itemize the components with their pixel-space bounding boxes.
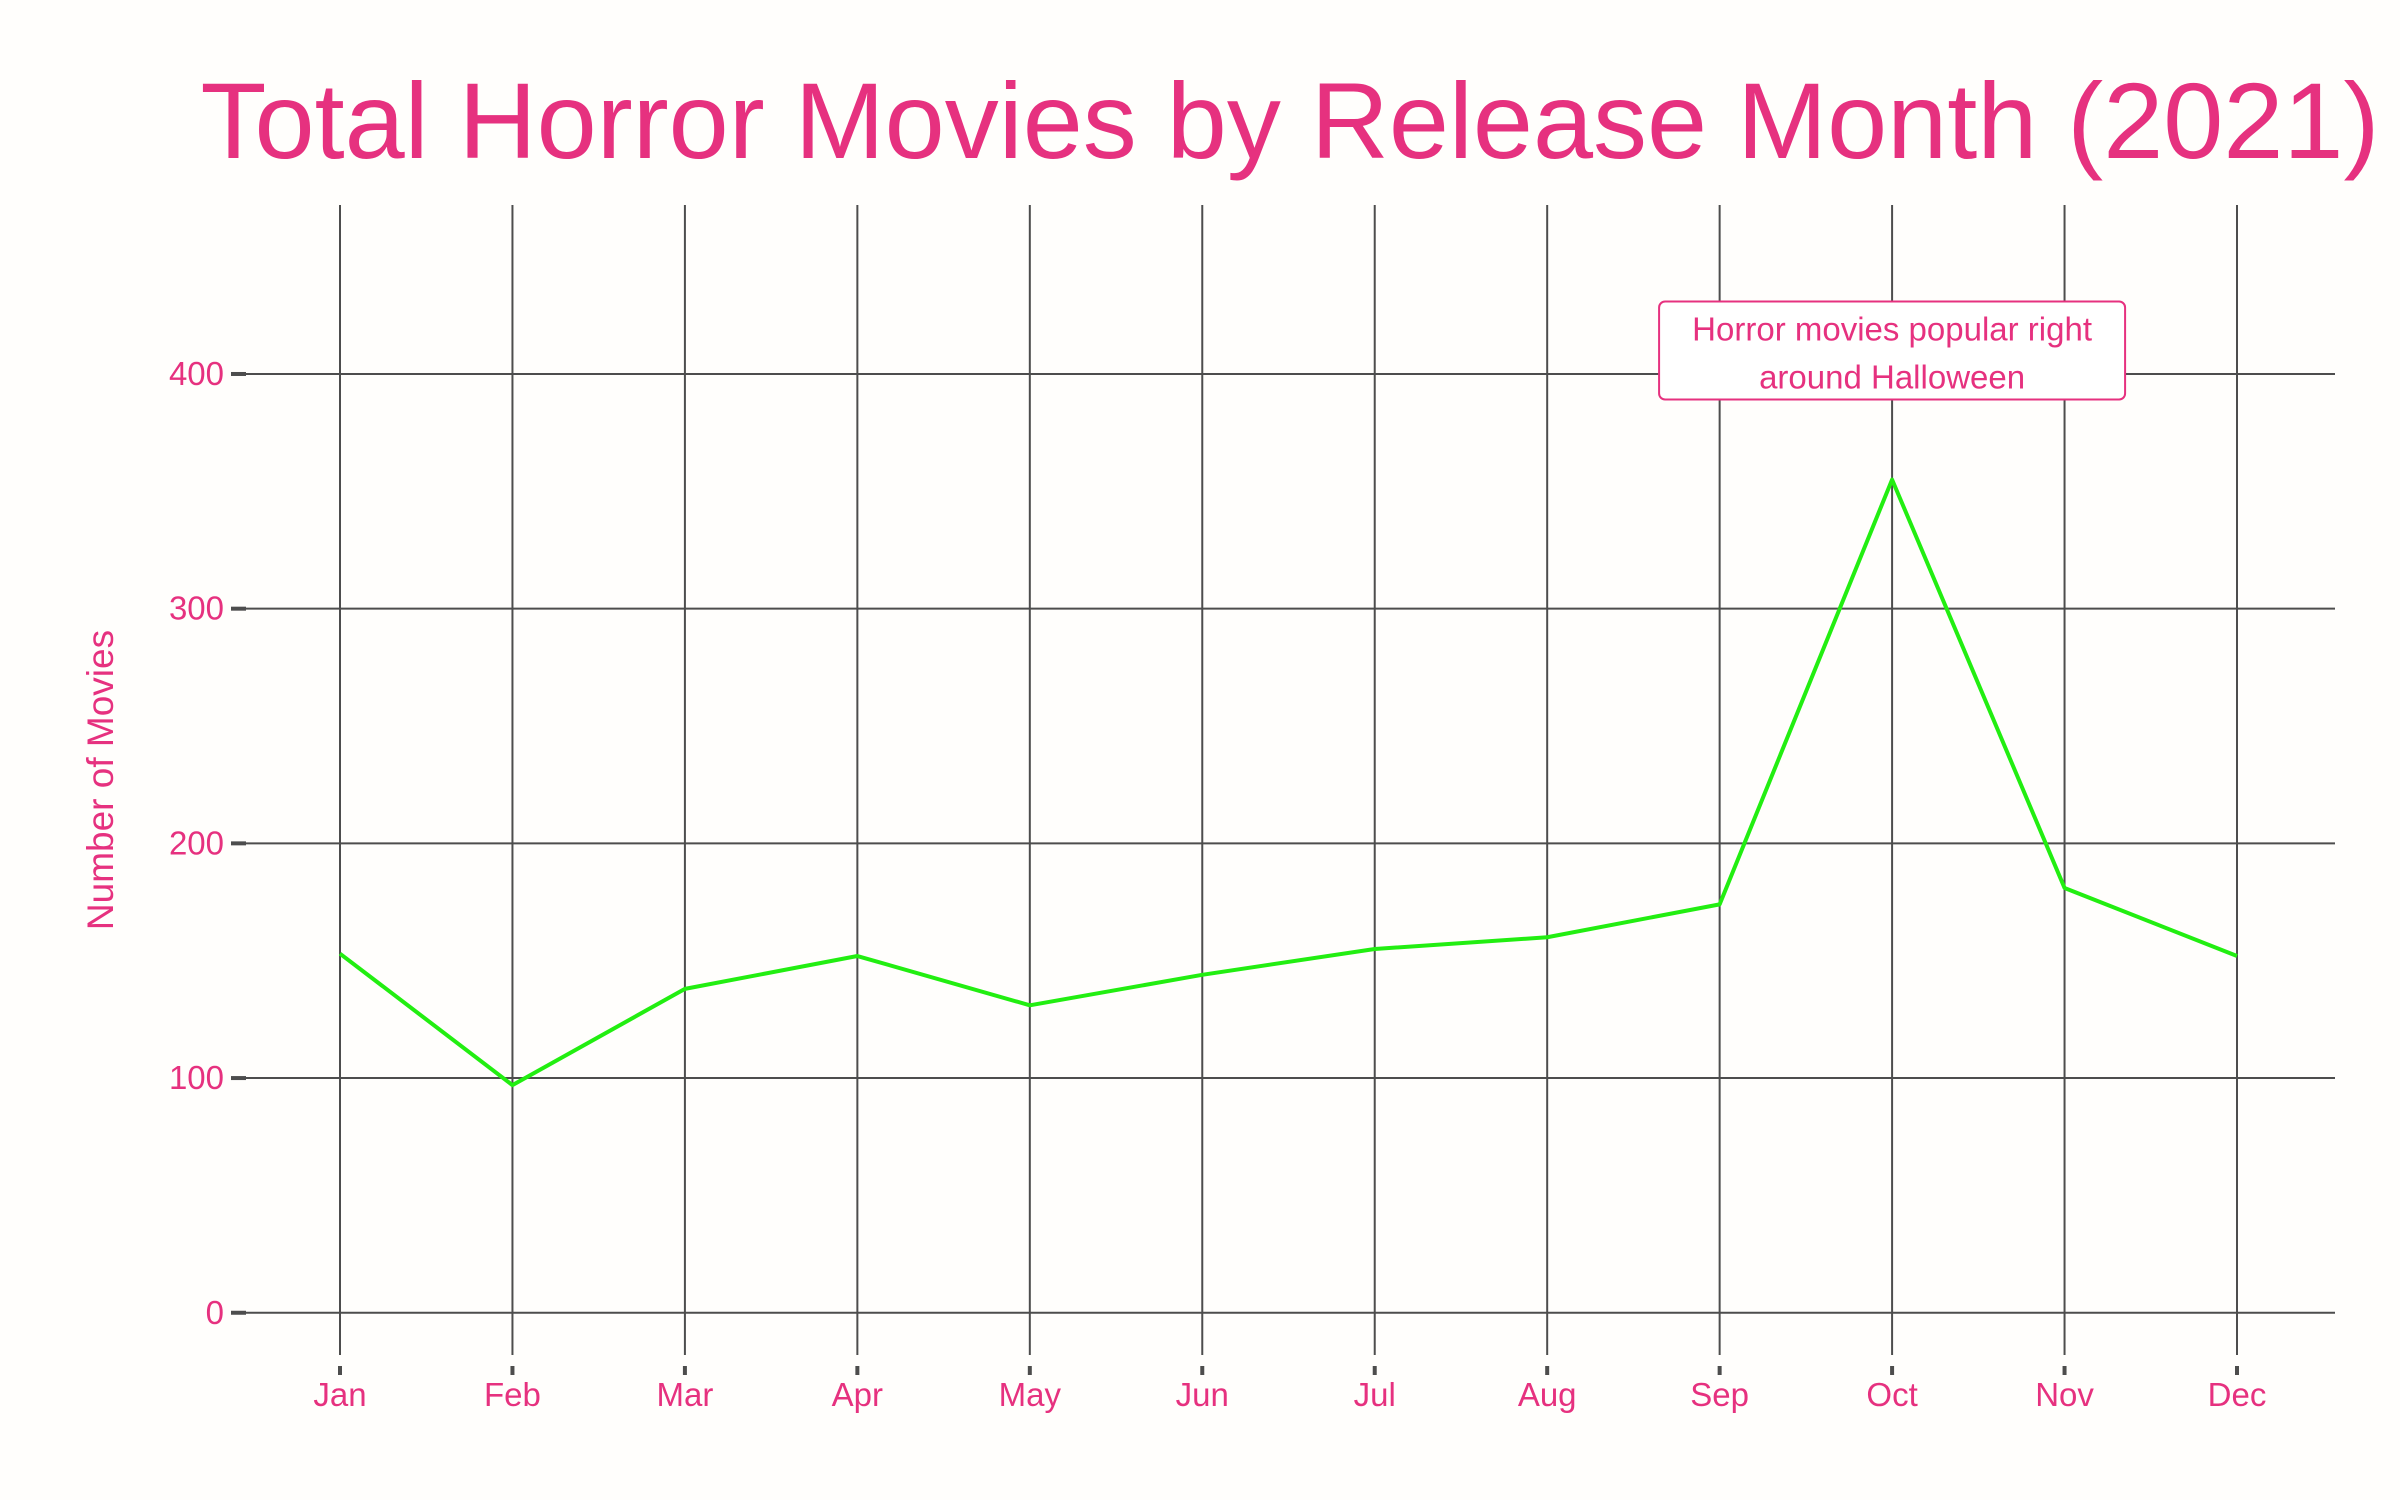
x-tick-label: Feb [484,1376,541,1413]
x-tick-label: Apr [832,1376,883,1413]
x-tick-label: Dec [2208,1376,2267,1413]
x-tick-label: Jan [313,1376,366,1413]
y-tick-label: 0 [206,1294,224,1331]
y-tick-label: 400 [169,355,224,392]
x-tick-label: Jul [1354,1376,1396,1413]
y-axis-title: Number of Movies [80,630,121,930]
x-tick-label: Nov [2035,1376,2094,1413]
annotation-text: Horror movies popular right [1692,311,2092,348]
x-tick-label: Jun [1176,1376,1229,1413]
chart: Total Horror Movies by Release Month (20… [0,0,2400,1500]
y-tick-label: 200 [169,824,224,861]
x-tick-label: Mar [656,1376,713,1413]
x-tick-label: Aug [1518,1376,1577,1413]
y-tick-label: 300 [169,590,224,627]
annotation: Horror movies popular right around Hallow… [1658,300,2127,401]
chart-background [0,0,2400,1500]
annotation-text: around Halloween [1759,359,2025,396]
chart-title: Total Horror Movies by Release Month (20… [201,60,2380,181]
y-tick-label: 100 [169,1059,224,1096]
x-tick-label: May [999,1376,1062,1413]
x-tick-label: Sep [1690,1376,1749,1413]
x-tick-label: Oct [1866,1376,1917,1413]
